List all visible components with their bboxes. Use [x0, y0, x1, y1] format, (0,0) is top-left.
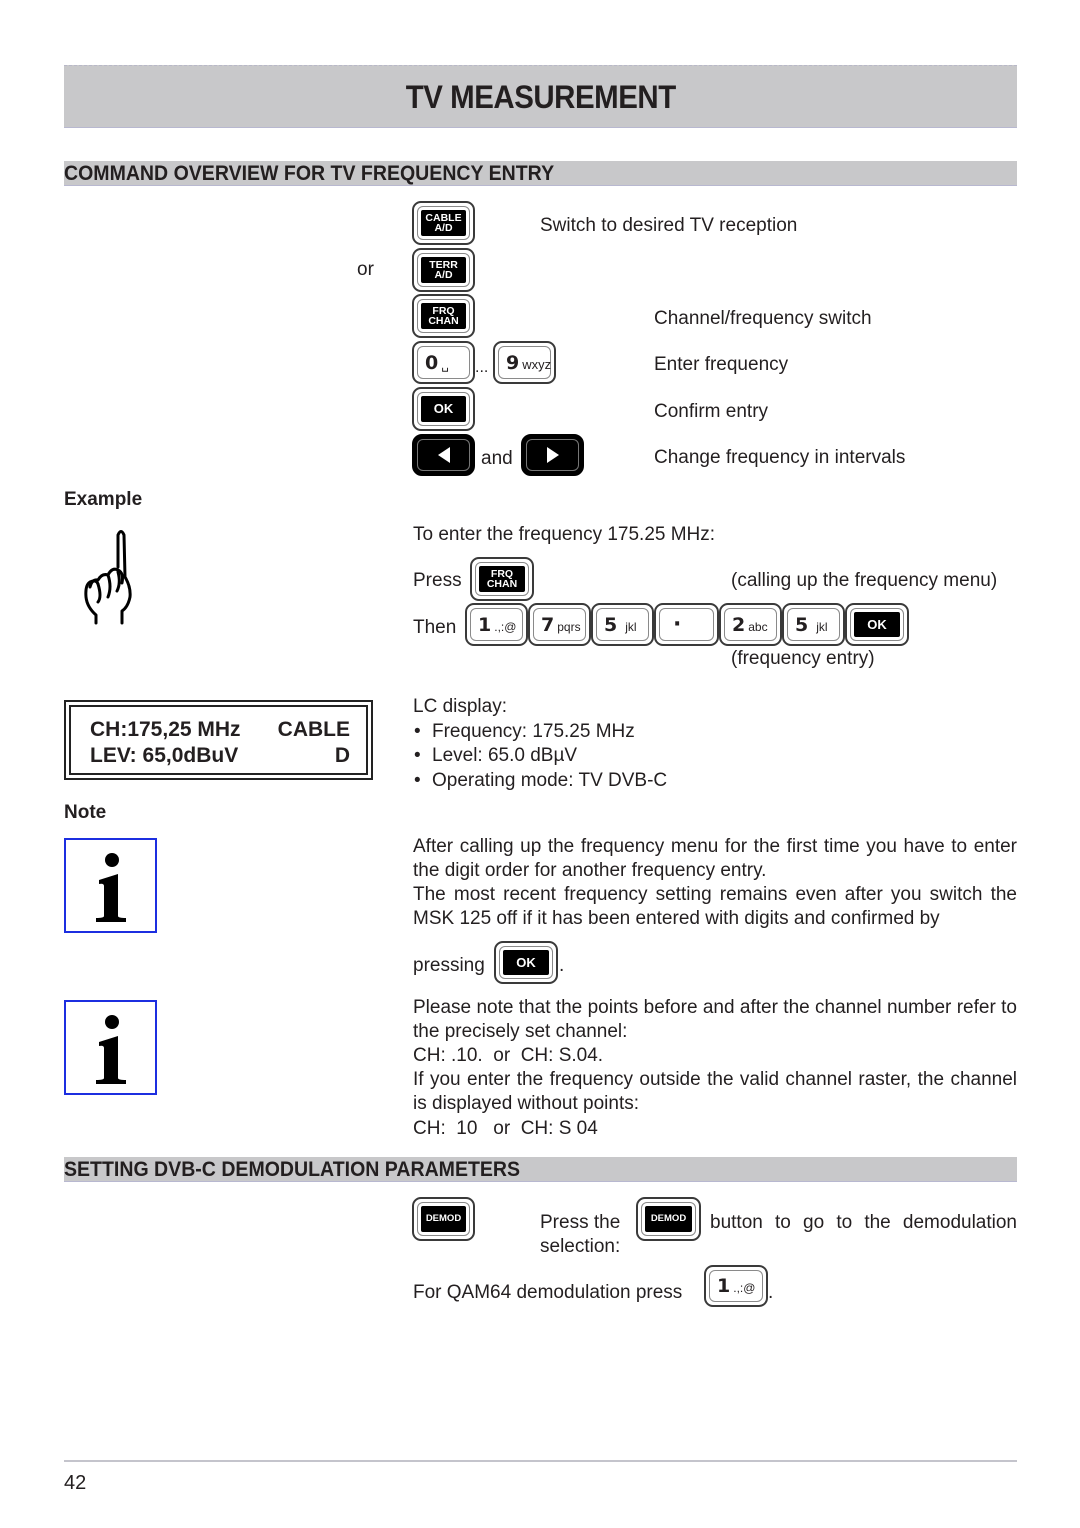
ok-key-label: OK [503, 950, 549, 975]
key-sub: .,:@ [494, 619, 517, 634]
command-desc-confirm-entry: Confirm entry [654, 401, 769, 422]
key-sub: .,:@ [733, 1281, 756, 1295]
key-sub: jkl [625, 619, 637, 634]
ok-key-icon: OK [845, 603, 909, 646]
pressing-end: . [559, 955, 565, 976]
ok-key-icon: OK [494, 941, 558, 984]
lcd-mode: CABLE [277, 718, 350, 741]
channel-example-without-points: CH: 10 or CH: S 04 [413, 1118, 598, 1139]
zero-sub: ␣ [441, 357, 449, 372]
nine-key-icon: 9 wxyz [493, 341, 556, 384]
cable-ad-key-icon: CABLE A/D [412, 201, 475, 245]
zero-digit: 0 [425, 351, 439, 374]
note-label: Note [64, 802, 107, 823]
key-5-icon: 5 jkl [782, 603, 845, 646]
lcd-type: D [334, 744, 350, 767]
key-1-icon: 1 .,:@ [465, 603, 528, 646]
sequence-note: (frequency entry) [731, 648, 875, 669]
arrow-right-key-icon [521, 434, 584, 476]
frq-chan-key-icon: FRQ CHAN [470, 557, 534, 601]
key-sub: jkl [816, 619, 828, 634]
nine-digit: 9 [506, 351, 520, 374]
example-label: Example [64, 489, 143, 510]
page-title: TV MEASUREMENT [405, 79, 676, 115]
pointing-hand-icon [84, 530, 132, 625]
key-digit: 5 [795, 613, 809, 636]
qam64-end: . [768, 1282, 774, 1303]
lc-display-label: LC display: [413, 696, 507, 717]
then-label: Then [413, 617, 457, 638]
key-7-icon: 7 pqrs [528, 603, 591, 646]
lcd-frequency: CH:175,25 MHz [90, 718, 241, 741]
section-heading-bar: COMMAND OVERVIEW FOR TV FREQUENCY ENTRY [64, 161, 1017, 186]
example-intro: To enter the frequency 175.25 MHz: [413, 524, 716, 545]
key-digit: 1 [478, 613, 492, 636]
lc-item-frequency: Frequency: 175.25 MHz [413, 720, 667, 745]
press-label: Press [413, 570, 462, 591]
key-2-icon: 2 abc [719, 603, 782, 646]
section-heading-frequency-entry: COMMAND OVERVIEW FOR TV FREQUENCY ENTRY [64, 162, 555, 185]
terr-key-label: TERR A/D [421, 257, 466, 283]
zero-key-icon: 0 ␣ [412, 341, 475, 384]
key-digit: 1 [717, 1275, 731, 1297]
right-triangle-icon [546, 447, 559, 463]
ok-key-icon: OK [412, 387, 475, 431]
key-5-icon: 5 jkl [591, 603, 654, 646]
lc-display-info: LC display: Frequency: 175.25 MHz Level:… [413, 695, 667, 793]
demod-description: button to go to the demodulation selecti… [540, 1212, 1017, 1257]
arrow-left-key-icon [412, 434, 475, 476]
cable-key-label: CABLE A/D [421, 210, 466, 236]
key-1-icon: 1 .,:@ [704, 1265, 768, 1307]
ok-key-label: OK [854, 612, 900, 637]
channel-example-with-points: CH: .10. or CH: S.04. [413, 1045, 604, 1066]
frq-key-label: FRQ CHAN [479, 566, 525, 592]
lcd-level: LEV: 65,0dBuV [90, 744, 239, 767]
ok-key-label: OK [421, 396, 466, 422]
qam64-instruction: For QAM64 demodulation press [413, 1282, 683, 1303]
key-digit: · [673, 612, 682, 637]
key-sub: abc [748, 619, 768, 634]
info-icon [64, 1000, 157, 1095]
key-sub: pqrs [557, 619, 581, 634]
info-icon [64, 838, 157, 933]
lcd-display: CH:175,25 MHz CABLE LEV: 65,0dBuV D [64, 700, 373, 780]
frq-key-label: FRQ CHAN [421, 303, 466, 329]
command-desc-enter-frequency: Enter frequency [654, 354, 789, 375]
section-heading-bar: SETTING DVB-C DEMODULATION PARAMETERS [64, 1157, 1017, 1182]
demod-key-icon: DEMOD [412, 1197, 475, 1241]
command-desc-switch-reception: Switch to desired TV reception [540, 215, 798, 236]
key-digit: 5 [604, 613, 618, 636]
command-desc-channel-frequency-switch: Channel/frequency switch [654, 308, 872, 329]
terr-ad-key-icon: TERR A/D [412, 248, 475, 292]
section-heading-demodulation: SETTING DVB-C DEMODULATION PARAMETERS [64, 1158, 521, 1181]
key-digit: 7 [541, 613, 555, 636]
command-desc-change-intervals: Change frequency in intervals [654, 447, 906, 468]
left-triangle-icon [437, 447, 450, 463]
note-paragraph-1: After calling up the frequency menu for … [413, 836, 1017, 881]
note-paragraph-3: Please note that the points before and a… [413, 997, 1017, 1042]
and-label: and [481, 448, 513, 469]
or-label: or [357, 259, 374, 280]
page-number: 42 [64, 1472, 87, 1494]
key-dot-icon: · [654, 603, 719, 646]
nine-sub: wxyz [522, 356, 552, 372]
pressing-label: pressing [413, 955, 485, 976]
key-digit: 2 [732, 613, 746, 636]
demod-key-label: DEMOD [421, 1206, 466, 1232]
note-paragraph-2: The most recent frequency setting remain… [413, 884, 1017, 929]
ellipsis: ... [475, 359, 489, 376]
page-title-bar: TV MEASUREMENT [64, 65, 1017, 128]
note-paragraph-4: If you enter the frequency outside the v… [413, 1069, 1017, 1114]
press-note: (calling up the frequency menu) [731, 570, 998, 591]
lc-item-mode: Operating mode: TV DVB-C [413, 769, 667, 794]
frq-chan-key-icon: FRQ CHAN [412, 294, 475, 338]
footer-divider [64, 1460, 1017, 1462]
lc-item-level: Level: 65.0 dBµV [413, 744, 667, 769]
